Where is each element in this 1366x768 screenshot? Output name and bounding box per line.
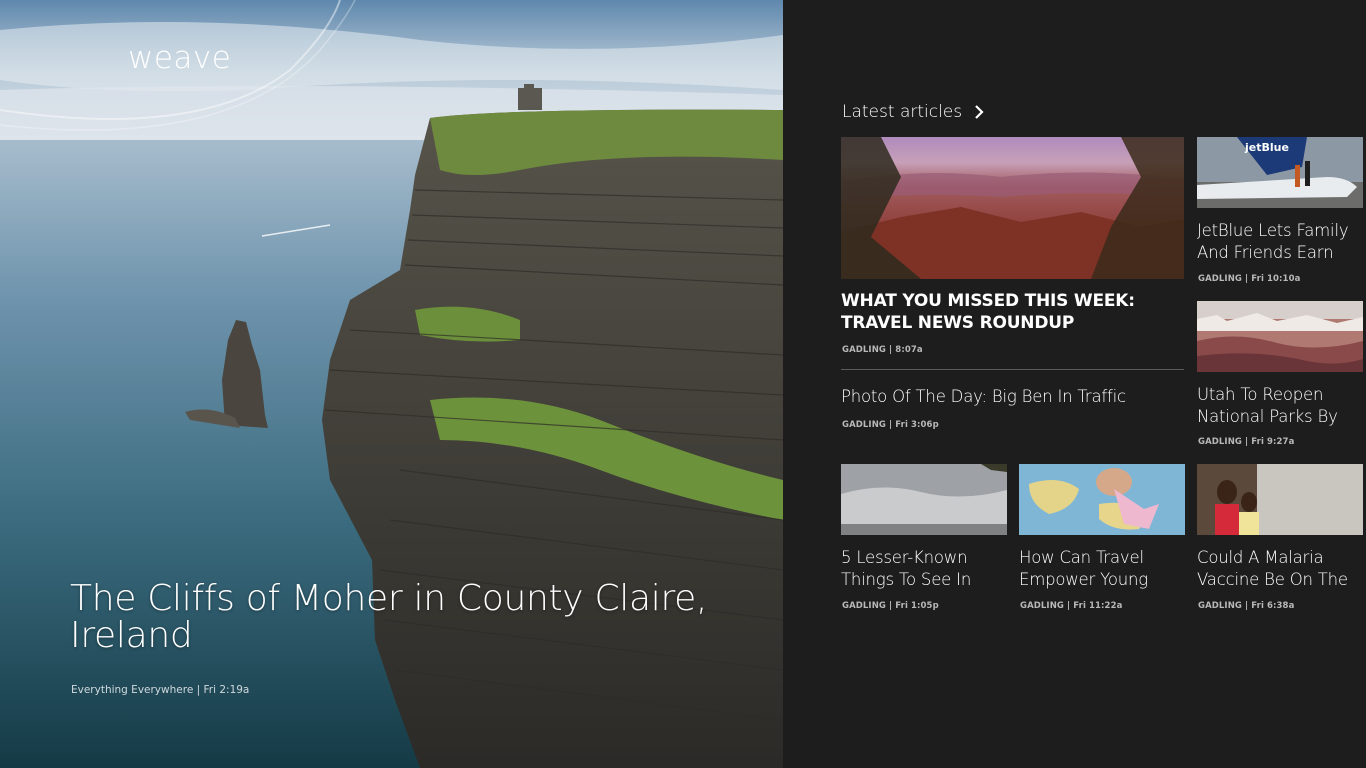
divider — [841, 369, 1184, 370]
title-line: And Friends Earn — [1197, 242, 1334, 262]
latest-articles-panel: Latest articles WHAT YOU MISSED THIS WEE… — [783, 0, 1366, 768]
bottom-article-meta: GADLING | Fri 6:38a — [1198, 601, 1295, 611]
hero-time: Fri 2:19a — [203, 684, 250, 696]
title-line: How Can Travel — [1019, 548, 1144, 567]
bottom-article-title: How Can Travel Empower Young — [1019, 547, 1189, 590]
bottom-article-thumbnail — [1019, 464, 1185, 535]
feature-meta: GADLING | 8:07a — [842, 345, 923, 355]
hero-meta: Everything Everywhere | Fri 2:19a — [71, 684, 250, 696]
side-article-title: Utah To Reopen National Parks By — [1197, 384, 1366, 427]
title-line: National Parks By — [1197, 406, 1338, 426]
hero-source: Everything Everywhere — [71, 684, 194, 696]
bottom-article-meta: GADLING | Fri 1:05p — [842, 601, 939, 611]
side-article-meta: GADLING | Fri 10:10a — [1198, 274, 1301, 284]
side-article-thumbnail — [1197, 301, 1363, 372]
title-line: 5 Lesser-Known — [841, 548, 968, 567]
side-article-thumbnail: jetBlue — [1197, 137, 1363, 208]
bottom-article-thumbnail — [1197, 464, 1363, 535]
app-window: weave The Cliffs of Moher in County Clai… — [0, 0, 1366, 768]
chevron-right-icon — [975, 105, 984, 119]
text-article-meta: GADLING | Fri 3:06p — [842, 420, 939, 430]
section-title: Latest articles — [842, 102, 963, 122]
title-line: Things To See In — [841, 569, 972, 589]
bottom-article-title: Could A Malaria Vaccine Be On The — [1197, 547, 1366, 590]
bottom-article-meta: GADLING | Fri 11:22a — [1020, 601, 1123, 611]
svg-text:jetBlue: jetBlue — [1244, 141, 1289, 154]
title-line: Vaccine Be On The — [1197, 569, 1348, 589]
title-line: Could A Malaria — [1197, 548, 1324, 567]
app-logo: weave — [128, 40, 232, 76]
hero-article[interactable]: weave The Cliffs of Moher in County Clai… — [0, 0, 783, 768]
feature-thumbnail — [841, 137, 1184, 279]
side-article-meta: GADLING | Fri 9:27a — [1198, 437, 1295, 447]
hero-title: The Cliffs of Moher in County Claire, Ir… — [70, 578, 708, 656]
feature-title: WHAT YOU MISSED THIS WEEK: TRAVEL NEWS R… — [841, 291, 1135, 333]
text-article-title: Photo Of The Day: Big Ben In Traffic — [841, 387, 1126, 406]
bottom-article-thumbnail — [841, 464, 1007, 535]
title-line: JetBlue Lets Family — [1197, 221, 1349, 240]
side-article-title: JetBlue Lets Family And Friends Earn — [1197, 220, 1366, 263]
title-line: Empower Young — [1019, 569, 1148, 589]
latest-articles-header[interactable]: Latest articles — [842, 102, 984, 122]
title-line: Utah To Reopen — [1197, 385, 1324, 404]
bottom-article-title: 5 Lesser-Known Things To See In — [841, 547, 1011, 590]
